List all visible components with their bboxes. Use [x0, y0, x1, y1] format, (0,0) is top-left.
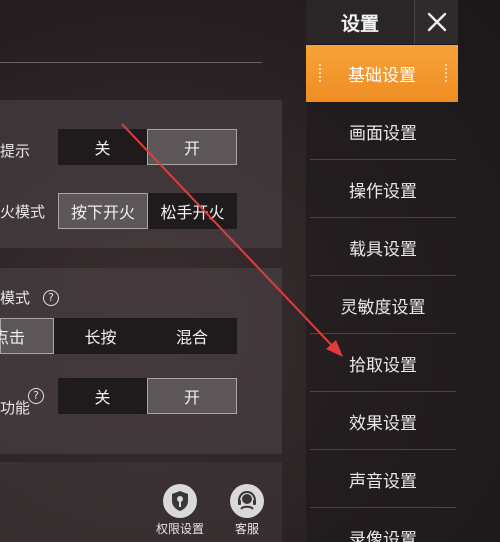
row1-on-button[interactable]: 开 — [147, 129, 237, 165]
headset-icon — [230, 484, 264, 518]
row3-segment: 点击 长按 混合 — [0, 318, 237, 354]
menu-item-sound[interactable]: 声音设置 — [310, 451, 456, 508]
row4-off-button[interactable]: 关 — [58, 378, 147, 414]
release-fire-button[interactable]: 松手开火 — [148, 193, 237, 229]
row1-off-button[interactable]: 关 — [58, 129, 147, 165]
settings-content-panel: 提示 关 开 火模式 按下开火 松手开火 模式 ? 点击 长按 混合 功能 ? … — [0, 0, 300, 542]
menu-item-pickup[interactable]: 拾取设置 — [310, 335, 456, 392]
grip-icon — [318, 63, 322, 83]
top-divider — [0, 62, 262, 63]
menu-item-basic[interactable]: 基础设置 — [306, 45, 458, 102]
row4-on-button[interactable]: 开 — [147, 378, 237, 414]
settings-title: 设置 — [306, 0, 414, 44]
settings-title-text: 设置 — [340, 12, 379, 35]
menu-item-controls[interactable]: 操作设置 — [310, 161, 456, 218]
row2-toggle: 按下开火 松手开火 — [58, 193, 237, 229]
menu-item-basic-label: 基础设置 — [348, 66, 416, 86]
menu-item-vehicle[interactable]: 载具设置 — [310, 219, 456, 276]
menu-item-effects[interactable]: 效果设置 — [310, 393, 456, 450]
close-icon — [427, 12, 446, 32]
menu-item-graphics[interactable]: 画面设置 — [310, 103, 456, 160]
row3-help-icon[interactable]: ? — [43, 290, 59, 306]
shield-key-icon — [163, 484, 197, 518]
customer-support-label: 客服 — [234, 522, 259, 536]
tap-button[interactable]: 点击 — [0, 318, 54, 354]
row4-help-icon[interactable]: ? — [28, 388, 44, 404]
menu-item-replay[interactable]: 录像设置 — [310, 509, 456, 542]
row1-toggle: 关 开 — [58, 129, 237, 165]
row4-label: 功能 — [0, 399, 31, 417]
press-fire-button[interactable]: 按下开火 — [58, 193, 148, 229]
hold-button[interactable]: 长按 — [54, 318, 147, 354]
permission-settings-button[interactable]: 权限设置 — [150, 484, 210, 537]
close-button[interactable] — [414, 0, 458, 44]
permission-settings-label: 权限设置 — [155, 522, 204, 536]
row3-label: 模式 — [0, 289, 31, 307]
mixed-button[interactable]: 混合 — [147, 318, 237, 354]
row1-label: 提示 — [0, 142, 31, 160]
menu-item-sensitivity[interactable]: 灵敏度设置 — [310, 277, 456, 334]
grip-icon — [444, 63, 448, 83]
row4-toggle: 关 开 — [58, 378, 237, 414]
row2-label: 火模式 — [0, 203, 46, 221]
customer-support-button[interactable]: 客服 — [217, 484, 277, 537]
